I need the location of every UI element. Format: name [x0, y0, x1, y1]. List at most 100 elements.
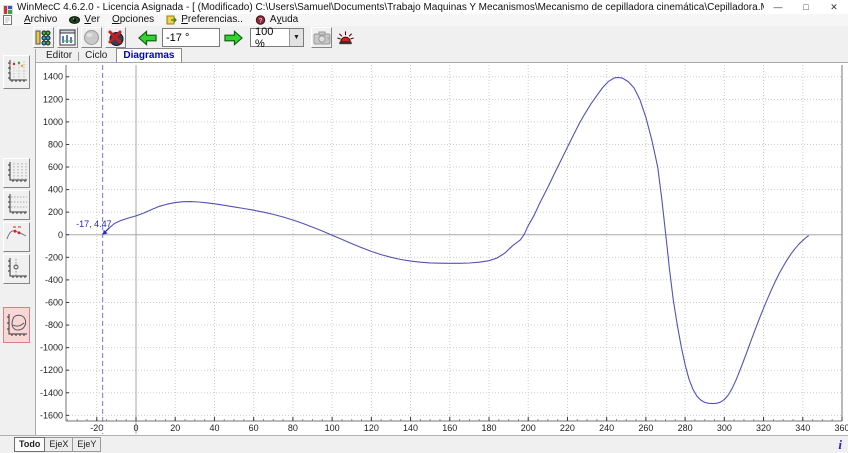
menu-preferencias[interactable]: Preferencias..	[160, 14, 249, 26]
x-axis-labels: -200204060801001201401601802002202402602…	[90, 423, 848, 433]
angle-forward-button[interactable]	[223, 27, 244, 48]
sidebar-button-curve-values[interactable]	[3, 222, 30, 252]
svg-text:340: 340	[795, 423, 810, 433]
svg-text:-400: -400	[45, 275, 63, 285]
chart-axes	[66, 65, 842, 434]
axis-tabs: Todo EjeX EjeY	[14, 437, 100, 452]
svg-text:160: 160	[442, 423, 457, 433]
svg-text:100: 100	[325, 423, 340, 433]
diagram-chart[interactable]: -200204060801001201401601802002202402602…	[36, 63, 848, 435]
sidebar-button-vertical-grid[interactable]	[3, 158, 30, 188]
diagram-type-sidebar	[0, 49, 36, 435]
chevron-down-icon[interactable]: ▼	[289, 29, 303, 46]
diagram-point-coordinate-icon	[6, 257, 28, 281]
diagram-panel[interactable]: -200204060801001201401601802002202402602…	[36, 62, 848, 435]
angle-input[interactable]	[162, 28, 220, 47]
main-area: Editor Ciclo Diagramas -2002040608010012…	[36, 49, 848, 435]
app-icon	[3, 2, 13, 12]
window-controls: — □ ✕	[764, 0, 848, 14]
zoom-combobox[interactable]: 100 % ▼	[250, 28, 304, 47]
svg-text:0: 0	[134, 423, 139, 433]
svg-text:1200: 1200	[43, 94, 63, 104]
maximize-button[interactable]: □	[792, 0, 820, 14]
chart-ticks	[66, 77, 842, 421]
sidebar-button-horizontal-grid[interactable]	[3, 190, 30, 220]
svg-text:20: 20	[170, 423, 180, 433]
mechanism-editor-button[interactable]	[33, 27, 54, 48]
menu-opciones[interactable]: Opciones	[106, 14, 160, 26]
diagram-curve	[103, 77, 809, 403]
mdi-child-window-icon[interactable]	[3, 15, 12, 25]
svg-text:-20: -20	[90, 423, 103, 433]
minimize-button[interactable]: —	[764, 0, 792, 14]
y-axis-labels: -1600-1400-1200-1000-800-600-400-2000200…	[40, 72, 63, 421]
svg-text:?: ?	[326, 37, 329, 43]
menubar: Archivo Ver Opciones Preferencias.. ? Ay…	[0, 14, 848, 26]
info-icon[interactable]: i	[838, 437, 842, 453]
preferences-icon	[166, 15, 177, 25]
stop-button[interactable]	[105, 27, 126, 48]
diagram-curve-points-icon	[6, 225, 28, 249]
tab-ejex[interactable]: EjeX	[44, 437, 73, 452]
tab-todo[interactable]: Todo	[14, 437, 45, 452]
svg-text:-600: -600	[45, 297, 63, 307]
diagram-window-icon	[59, 29, 76, 46]
toolbar: 100 % ▼ ?	[0, 26, 848, 49]
diagram-multi-curves-icon	[6, 59, 28, 85]
svg-text:320: 320	[756, 423, 771, 433]
svg-text:1000: 1000	[43, 117, 63, 127]
diagram-closed-trajectory-icon	[6, 311, 28, 339]
svg-text:80: 80	[288, 423, 298, 433]
stop-x-icon	[107, 29, 125, 47]
tab-editor[interactable]: Editor	[40, 50, 78, 62]
help-icon: ?	[255, 15, 266, 25]
alarm-button[interactable]	[335, 27, 356, 48]
svg-text:1400: 1400	[43, 72, 63, 82]
sidebar-button-point-coordinates[interactable]	[3, 254, 30, 284]
svg-text:-1000: -1000	[40, 343, 63, 353]
bottom-bar: Todo EjeX EjeY i	[0, 435, 848, 453]
sidebar-button-multi-diagrams[interactable]	[3, 55, 30, 89]
menu-ver[interactable]: Ver	[63, 14, 106, 26]
snapshot-button-disabled[interactable]: ?	[311, 27, 332, 48]
sphere-button-disabled[interactable]	[81, 27, 102, 48]
svg-text:220: 220	[560, 423, 575, 433]
diagram-vertical-grid-icon	[6, 161, 28, 185]
svg-text:360: 360	[834, 423, 848, 433]
diagrams-window-button[interactable]	[57, 27, 78, 48]
green-left-arrow-icon	[138, 29, 157, 47]
svg-text:-200: -200	[45, 252, 63, 262]
svg-text:-1400: -1400	[40, 388, 63, 398]
svg-text:180: 180	[481, 423, 496, 433]
svg-text:300: 300	[717, 423, 732, 433]
tab-ejey[interactable]: EjeY	[72, 437, 101, 452]
svg-text:600: 600	[48, 162, 63, 172]
chart-gridlines	[66, 65, 842, 421]
svg-text:0: 0	[58, 230, 63, 240]
window-title: WinMecC 4.6.2.0 - Licencia Asignada - [ …	[17, 2, 764, 13]
svg-text:?: ?	[259, 17, 263, 24]
svg-text:40: 40	[209, 423, 219, 433]
svg-text:200: 200	[48, 207, 63, 217]
diagram-horizontal-grid-icon	[6, 193, 28, 217]
svg-text:-800: -800	[45, 320, 63, 330]
alarm-lamp-icon	[336, 29, 355, 47]
sphere-icon	[83, 29, 100, 46]
angle-back-button[interactable]	[137, 27, 158, 48]
menu-archivo[interactable]: Archivo	[18, 14, 63, 26]
camera-icon: ?	[313, 30, 331, 46]
svg-text:-1200: -1200	[40, 365, 63, 375]
svg-text:120: 120	[364, 423, 379, 433]
marker-annotation: -17, 4.47	[76, 219, 112, 235]
svg-text:400: 400	[48, 185, 63, 195]
eye-icon	[69, 15, 80, 25]
svg-text:-17, 4.47: -17, 4.47	[76, 219, 112, 229]
tab-diagramas[interactable]: Diagramas	[116, 48, 181, 62]
menu-ayuda[interactable]: ? Ayuda	[249, 14, 304, 26]
close-button[interactable]: ✕	[820, 0, 848, 14]
tab-ciclo[interactable]: Ciclo	[79, 50, 113, 62]
sidebar-button-closed-trajectory[interactable]	[3, 307, 30, 343]
svg-text:140: 140	[403, 423, 418, 433]
svg-text:200: 200	[521, 423, 536, 433]
svg-text:260: 260	[638, 423, 653, 433]
